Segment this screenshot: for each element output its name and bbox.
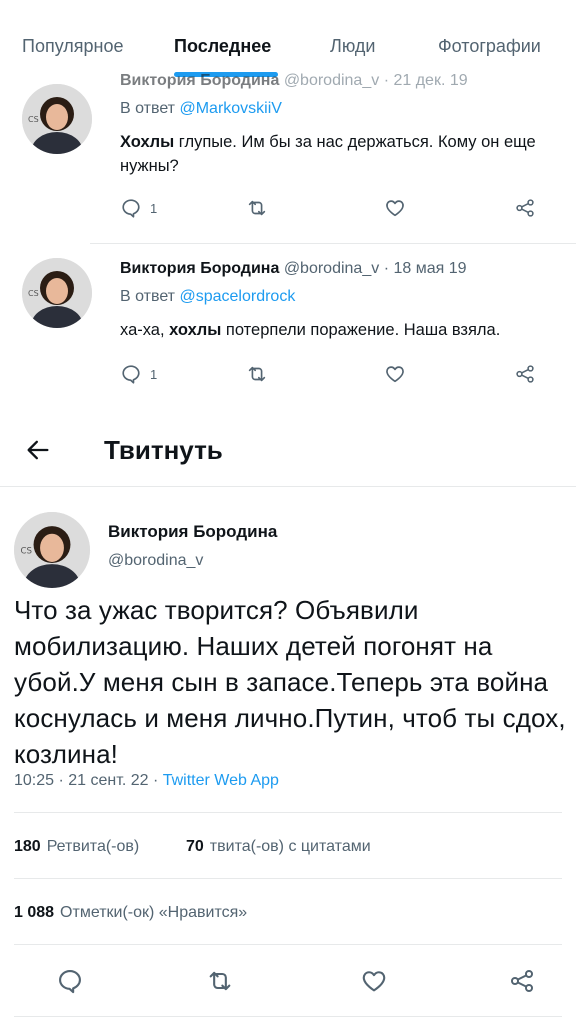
tweet-1[interactable]: CS Виктория Бородина @borodina_v · 21 де… xyxy=(0,72,576,243)
tweet-text-rest: потерпели поражение. Наша взяла. xyxy=(221,321,501,339)
reply-icon xyxy=(59,970,81,994)
heart-icon xyxy=(386,200,404,217)
tab-people[interactable]: Люди xyxy=(330,36,375,57)
divider xyxy=(14,944,562,945)
retweet-icon xyxy=(248,366,266,382)
tweet-actions: 1 xyxy=(120,196,540,220)
reply-count: 1 xyxy=(150,200,158,216)
reply-prefix: В ответ xyxy=(120,288,176,305)
tweet-date[interactable]: 18 мая 19 xyxy=(393,260,466,277)
tweet-date[interactable]: 21 сент. 22 xyxy=(68,772,148,789)
retweets-label: Ретвита(-ов) xyxy=(46,838,140,855)
reply-mention-link[interactable]: @spacelordrock xyxy=(179,288,295,305)
tab-latest[interactable]: Последнее xyxy=(174,36,271,57)
tweet-text-rest: глупые. Им бы за нас держаться. Кому он … xyxy=(120,133,536,175)
share-button[interactable] xyxy=(508,966,536,996)
share-icon xyxy=(516,199,534,217)
arrow-left-icon[interactable] xyxy=(24,436,52,464)
svg-text:CS: CS xyxy=(28,115,39,124)
author-name[interactable]: Виктория Бородина xyxy=(120,260,279,277)
svg-text:CS: CS xyxy=(21,546,33,556)
retweets-stat[interactable]: 180 Ретвита(-ов) xyxy=(14,838,139,856)
share-icon xyxy=(510,969,534,993)
reply-button[interactable] xyxy=(56,966,84,996)
likes-stat[interactable]: 1 088 Отметки(-ок) «Нравится» xyxy=(14,904,247,922)
tweet-author-row: Виктория Бородина @borodina_v · 18 мая 1… xyxy=(120,260,467,277)
like-button[interactable] xyxy=(384,196,406,220)
tweet-text: Хохлы глупые. Им бы за нас держаться. Ко… xyxy=(120,130,570,178)
page-title: Твитнуть xyxy=(104,435,223,465)
divider xyxy=(14,1016,562,1017)
author-handle[interactable]: @borodina_v xyxy=(284,72,379,89)
tweet-actions: 1 xyxy=(120,362,540,386)
share-button[interactable] xyxy=(514,362,536,386)
divider xyxy=(14,812,562,813)
share-button[interactable] xyxy=(514,196,536,220)
author-name[interactable]: Виктория Бородина xyxy=(108,522,277,542)
tweet-text: ха-ха, хохлы потерпели поражение. Наша в… xyxy=(120,318,570,342)
main-tweet-text: Что за ужас творится? Объявили мобилизац… xyxy=(14,595,566,769)
retweet-button[interactable] xyxy=(246,362,268,386)
reply-button[interactable]: 1 xyxy=(120,362,157,386)
likes-label: Отметки(-ок) «Нравится» xyxy=(60,904,248,921)
heart-icon xyxy=(362,971,386,992)
reply-icon xyxy=(122,199,140,218)
retweet-button[interactable] xyxy=(246,196,268,220)
tweet-text-bold: Хохлы xyxy=(120,133,175,151)
retweet-icon xyxy=(209,971,231,991)
heart-icon xyxy=(386,366,404,383)
avatar[interactable]: CS xyxy=(22,258,92,328)
divider xyxy=(0,486,576,487)
reply-to-line: В ответ @spacelordrock xyxy=(120,288,295,306)
main-tweet-actions xyxy=(56,966,536,996)
tab-popular[interactable]: Популярное xyxy=(22,36,124,57)
tweet-source-link[interactable]: Twitter Web App xyxy=(163,772,279,789)
svg-text:CS: CS xyxy=(28,289,39,298)
like-button[interactable] xyxy=(360,966,388,996)
author-handle[interactable]: @borodina_v xyxy=(108,552,203,570)
likes-count: 1 088 xyxy=(14,904,55,921)
tweet-2[interactable]: CS Виктория Бородина @borodina_v · 18 ма… xyxy=(0,244,576,404)
retweet-button[interactable] xyxy=(206,966,234,996)
avatar[interactable]: CS xyxy=(14,512,90,588)
tweet-date[interactable]: 21 дек. 19 xyxy=(393,72,467,89)
reply-button[interactable]: 1 xyxy=(120,196,157,220)
like-button[interactable] xyxy=(384,362,406,386)
tab-photos[interactable]: Фотографии xyxy=(438,36,541,57)
quotes-stat[interactable]: 70 твита(-ов) с цитатами xyxy=(186,838,371,856)
tweet-meta: 10:25 · 21 сент. 22 · Twitter Web App xyxy=(14,772,279,789)
tweet-time[interactable]: 10:25 xyxy=(14,772,54,789)
retweets-count: 180 xyxy=(14,838,41,855)
share-icon xyxy=(516,365,534,383)
reply-prefix: В ответ xyxy=(120,100,176,117)
quotes-label: твита(-ов) с цитатами xyxy=(209,838,371,855)
divider xyxy=(14,878,562,879)
author-name[interactable]: Виктория Бородина xyxy=(120,72,279,89)
quotes-count: 70 xyxy=(186,838,204,855)
tweet-detail-header: Твитнуть xyxy=(0,410,576,486)
search-tabs: Популярное Последнее Люди Фотографии xyxy=(0,0,576,78)
avatar[interactable]: CS xyxy=(22,84,92,154)
reply-icon xyxy=(122,365,140,384)
retweet-icon xyxy=(248,200,266,216)
reply-to-line: В ответ @MarkovskiiV xyxy=(120,100,282,118)
author-handle[interactable]: @borodina_v xyxy=(284,260,379,277)
tweet-author-row: Виктория Бородина @borodina_v · 21 дек. … xyxy=(120,72,468,89)
tweet-text-bold: хохлы xyxy=(169,321,222,339)
reply-count: 1 xyxy=(150,366,158,382)
tweet-text-pre: ха-ха, xyxy=(120,321,170,339)
reply-mention-link[interactable]: @MarkovskiiV xyxy=(179,100,281,117)
